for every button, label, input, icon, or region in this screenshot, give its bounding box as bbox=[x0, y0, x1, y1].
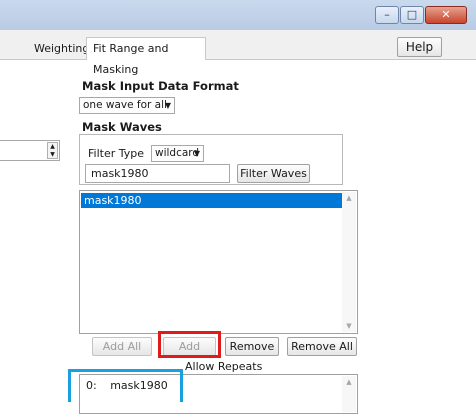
close-icon: ✕ bbox=[441, 8, 451, 21]
mask-format-value: one wave for all bbox=[83, 99, 167, 111]
add-button-highlight bbox=[158, 331, 221, 358]
scroll-up-icon[interactable]: ▲ bbox=[342, 378, 356, 386]
filter-type-value: wildcard bbox=[155, 147, 200, 159]
stepper-up-icon[interactable]: ▲ bbox=[48, 143, 57, 151]
chevron-down-icon: ▼ bbox=[193, 149, 200, 158]
filter-text-field[interactable]: mask1980 bbox=[85, 164, 230, 183]
selected-list-scrollbar[interactable]: ▲ bbox=[342, 376, 356, 412]
list-item[interactable]: mask1980 bbox=[81, 193, 343, 208]
mask-waves-heading: Mask Waves bbox=[82, 120, 162, 134]
scroll-down-icon[interactable]: ▼ bbox=[342, 322, 356, 330]
mask-format-popup[interactable]: one wave for all ▼ bbox=[79, 97, 175, 114]
filter-waves-button[interactable]: Filter Waves bbox=[237, 164, 310, 183]
filter-type-label: Filter Type bbox=[88, 147, 145, 160]
stepper-down-icon[interactable]: ▼ bbox=[48, 151, 57, 159]
stepper-arrows[interactable]: ▲ ▼ bbox=[47, 142, 58, 159]
minimize-icon: – bbox=[384, 8, 390, 21]
minimize-button[interactable]: – bbox=[375, 6, 399, 24]
filter-group: Filter Type wildcard ▼ mask1980 Filter W… bbox=[79, 134, 343, 185]
maximize-icon: □ bbox=[406, 8, 418, 21]
title-bar: – □ ✕ bbox=[0, 0, 476, 30]
remove-button[interactable]: Remove bbox=[225, 337, 279, 356]
add-all-button[interactable]: Add All bbox=[92, 337, 152, 356]
tab-strip: Weighting Fit Range and Masking Help bbox=[0, 30, 476, 76]
scroll-up-icon[interactable]: ▲ bbox=[342, 194, 356, 202]
help-button[interactable]: Help bbox=[397, 37, 442, 57]
filter-type-popup[interactable]: wildcard ▼ bbox=[151, 145, 204, 162]
allow-repeats-label: Allow Repeats bbox=[185, 360, 263, 373]
mask-input-format-heading: Mask Input Data Format bbox=[82, 79, 239, 93]
tab-fit-range-and-masking[interactable]: Fit Range and Masking bbox=[86, 37, 206, 76]
remove-all-button[interactable]: Remove All bbox=[287, 337, 357, 356]
close-button[interactable]: ✕ bbox=[425, 6, 467, 24]
value-stepper[interactable]: ▲ ▼ bbox=[0, 140, 60, 161]
wave-list-scrollbar[interactable]: ▲ ▼ bbox=[342, 192, 356, 332]
maximize-button[interactable]: □ bbox=[400, 6, 424, 24]
chevron-down-icon: ▼ bbox=[164, 101, 171, 110]
selected-item-highlight bbox=[68, 369, 183, 402]
wave-list[interactable]: mask1980 ▲ ▼ bbox=[79, 190, 358, 334]
